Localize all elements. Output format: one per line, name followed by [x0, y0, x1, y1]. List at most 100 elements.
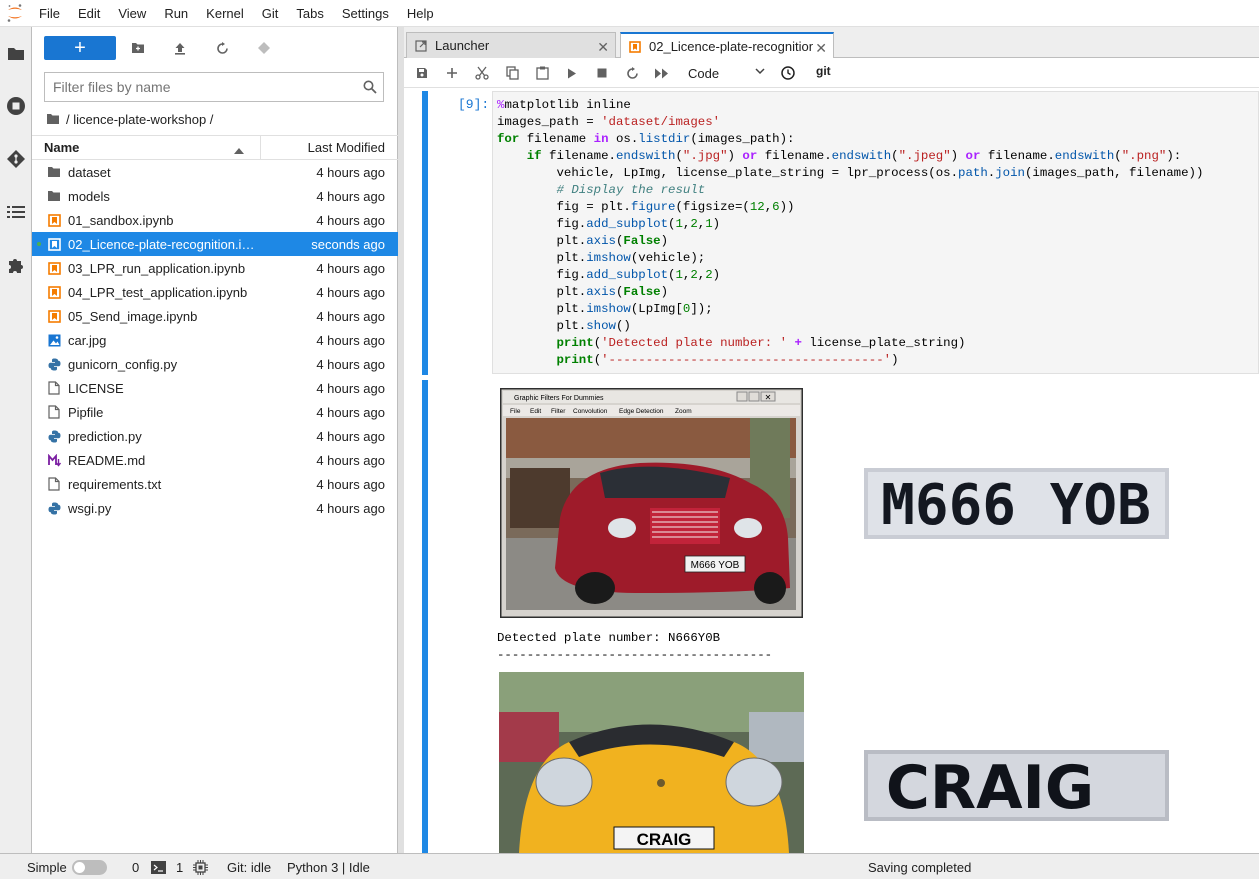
stop-icon[interactable]: [593, 64, 611, 82]
kernel-status[interactable]: Python 3 | Idle: [287, 860, 370, 875]
copy-icon[interactable]: [503, 64, 521, 82]
file-icon: [47, 381, 61, 395]
file-row[interactable]: 05_Send_image.ipynb 4 hours ago: [32, 304, 398, 328]
menu-edit[interactable]: Edit: [69, 0, 109, 27]
cut-icon[interactable]: [473, 64, 491, 82]
figure-menu-edge-detection: Edge Detection: [619, 408, 664, 415]
file-modified: 4 hours ago: [316, 452, 385, 468]
file-name: README.md: [68, 452, 146, 468]
column-divider[interactable]: [260, 136, 261, 159]
file-row[interactable]: requirements.txt 4 hours ago: [32, 472, 398, 496]
car-plate-text: M666 YOB: [691, 560, 740, 571]
file-row[interactable]: 02_Licence-plate-recognition.ipynb second…: [32, 232, 398, 256]
file-name: wsgi.py: [68, 500, 112, 516]
folder-icon[interactable]: [46, 113, 60, 125]
column-name-header[interactable]: Name: [44, 140, 79, 155]
split-handle[interactable]: [398, 27, 404, 853]
folder-icon[interactable]: [4, 41, 28, 65]
file-modified: 4 hours ago: [316, 428, 385, 444]
file-row[interactable]: prediction.py 4 hours ago: [32, 424, 398, 448]
file-row[interactable]: wsgi.py 4 hours ago: [32, 496, 398, 520]
clock-icon[interactable]: [779, 64, 797, 82]
git-status[interactable]: Git: idle: [227, 860, 271, 875]
menu-git[interactable]: Git: [253, 0, 288, 27]
image-icon: [47, 333, 61, 347]
file-row[interactable]: gunicorn_config.py 4 hours ago: [32, 352, 398, 376]
breadcrumb-path[interactable]: / licence-plate-workshop /: [66, 112, 213, 127]
menu-file[interactable]: File: [30, 0, 69, 27]
plate-crop-text: M666 YOB: [881, 473, 1151, 538]
figure-menu-zoom: Zoom: [675, 408, 692, 415]
file-modified: 4 hours ago: [316, 212, 385, 228]
file-modified: 4 hours ago: [316, 476, 385, 492]
close-icon[interactable]: ✕: [597, 39, 609, 56]
menu-view[interactable]: View: [109, 0, 155, 27]
figure-menu-convolution: Convolution: [573, 408, 608, 415]
notebook-icon: [47, 285, 61, 299]
menu-tabs[interactable]: Tabs: [287, 0, 332, 27]
simple-mode-label: Simple: [27, 860, 67, 875]
file-browser-toolbar: +: [32, 27, 398, 69]
column-last-modified-header[interactable]: Last Modified: [308, 140, 385, 155]
filter-files-input[interactable]: [45, 73, 383, 101]
file-row[interactable]: 01_sandbox.ipynb 4 hours ago: [32, 208, 398, 232]
refresh-icon[interactable]: [211, 38, 233, 58]
file-row[interactable]: 04_LPR_test_application.ipynb 4 hours ago: [32, 280, 398, 304]
menu-run[interactable]: Run: [155, 0, 197, 27]
git-icon[interactable]: [4, 147, 28, 171]
output-collapser[interactable]: [422, 380, 428, 853]
git-clone-icon[interactable]: [253, 38, 275, 58]
kernel-count[interactable]: 1: [176, 860, 183, 875]
terminal-count[interactable]: 0: [132, 860, 139, 875]
new-launcher-button[interactable]: +: [44, 36, 116, 60]
extensions-icon[interactable]: [4, 253, 28, 277]
code-editor[interactable]: %matplotlib inline images_path = 'datase…: [492, 91, 1259, 374]
paste-icon[interactable]: [533, 64, 551, 82]
activity-bar: [0, 27, 32, 853]
menu-kernel[interactable]: Kernel: [197, 0, 253, 27]
notebook-icon: [47, 309, 61, 323]
file-row[interactable]: LICENSE 4 hours ago: [32, 376, 398, 400]
file-name: dataset: [68, 164, 111, 180]
cell-type-select[interactable]: Code: [688, 63, 768, 83]
kernel-chip-icon[interactable]: [193, 860, 208, 878]
restart-run-all-icon[interactable]: [653, 64, 671, 82]
python-icon: [47, 501, 61, 515]
file-row[interactable]: car.jpg 4 hours ago: [32, 328, 398, 352]
menu-help[interactable]: Help: [398, 0, 443, 27]
terminal-icon[interactable]: [151, 861, 166, 877]
file-row[interactable]: dataset 4 hours ago: [32, 160, 398, 184]
new-folder-icon[interactable]: [127, 38, 149, 58]
python-icon: [47, 429, 61, 443]
git-button[interactable]: git: [816, 64, 831, 78]
tab-launcher[interactable]: Launcher ✕: [406, 32, 616, 58]
file-row[interactable]: models 4 hours ago: [32, 184, 398, 208]
file-modified: 4 hours ago: [316, 284, 385, 300]
notebook-icon: [47, 261, 61, 275]
run-icon[interactable]: [563, 64, 581, 82]
file-name: 04_LPR_test_application.ipynb: [68, 284, 248, 300]
output-detected-plate: Detected plate number: N666Y0B: [497, 631, 721, 645]
file-row[interactable]: Pipfile 4 hours ago: [32, 400, 398, 424]
file-row[interactable]: 03_LPR_run_application.ipynb 4 hours ago: [32, 256, 398, 280]
input-collapser[interactable]: [422, 91, 428, 375]
menu-settings[interactable]: Settings: [333, 0, 398, 27]
output-separator: -------------------------------------: [497, 648, 773, 662]
tab-notebook[interactable]: 02_Licence-plate-recognition.ipynb ✕: [620, 32, 834, 59]
simple-mode-toggle[interactable]: [72, 860, 107, 875]
file-modified: 4 hours ago: [316, 500, 385, 516]
file-name: 05_Send_image.ipynb: [68, 308, 198, 324]
add-cell-icon[interactable]: [443, 64, 461, 82]
table-of-contents-icon[interactable]: [4, 200, 28, 224]
restart-kernel-icon[interactable]: [623, 64, 641, 82]
upload-icon[interactable]: [169, 38, 191, 58]
file-modified: 4 hours ago: [316, 188, 385, 204]
running-sessions-icon[interactable]: [4, 94, 28, 118]
close-icon[interactable]: ✕: [815, 40, 827, 57]
notebook-icon: [47, 237, 61, 251]
figure-menu-file: File: [510, 408, 521, 415]
file-name: Pipfile: [68, 404, 104, 420]
tab-label: 02_Licence-plate-recognition.ipynb: [649, 39, 813, 54]
save-icon[interactable]: [413, 64, 431, 82]
file-row[interactable]: README.md 4 hours ago: [32, 448, 398, 472]
